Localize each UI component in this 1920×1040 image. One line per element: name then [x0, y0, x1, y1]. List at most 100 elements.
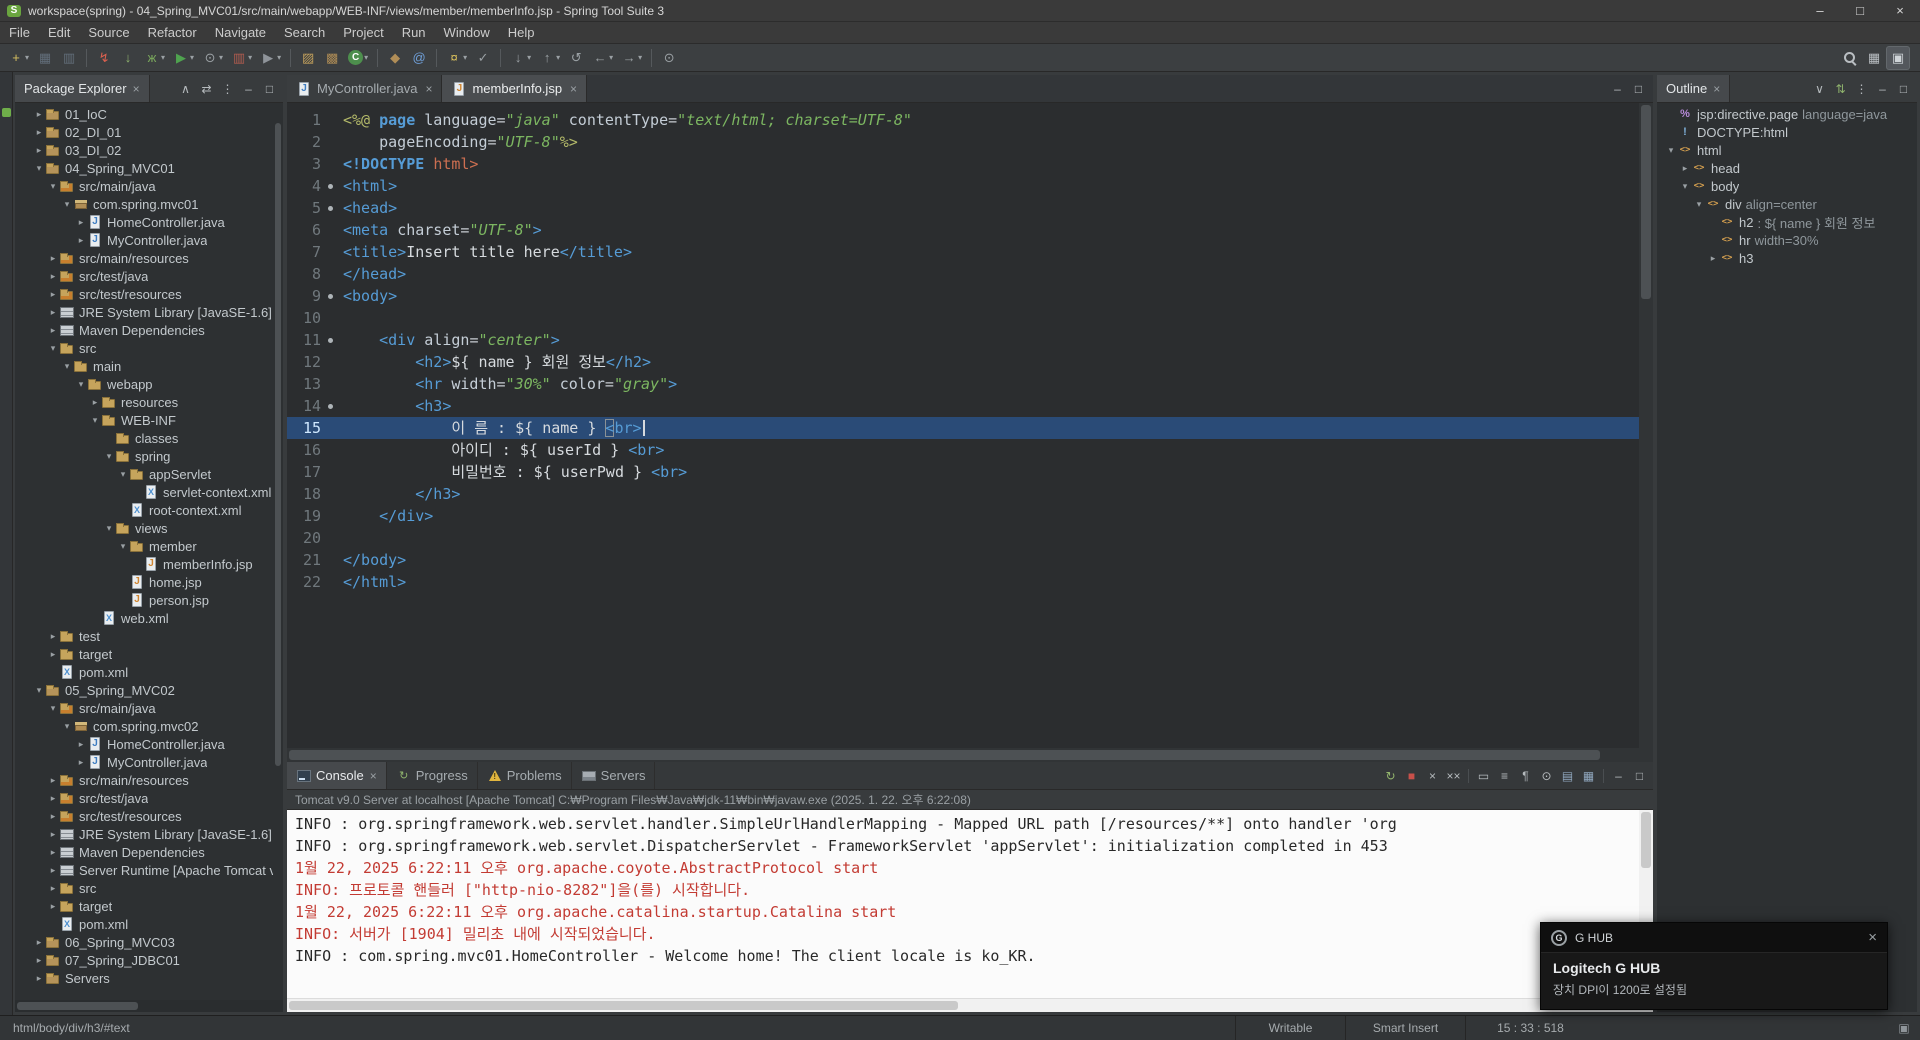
close-tab-icon[interactable] [425, 82, 432, 96]
notification-center-icon[interactable] [1895, 1020, 1913, 1036]
project-tree-item[interactable]: root-context.xml [15, 501, 273, 519]
chevron-collapsed-icon[interactable]: ▸ [47, 289, 59, 300]
minimize-view-icon[interactable]: – [1873, 78, 1892, 100]
editor-tab-0[interactable]: MyController.java [287, 75, 443, 102]
code-editor[interactable]: 1 <%@ page language="java" contentType="t… [287, 103, 1653, 748]
close-tab-icon[interactable] [570, 82, 577, 96]
search-button[interactable]: ¤ ▾ [443, 47, 470, 69]
scrollbar-thumb[interactable] [289, 750, 1601, 760]
outline-item[interactable]: jsp:directive.pagelanguage=java [1657, 105, 1907, 123]
chevron-collapsed-icon[interactable]: ▸ [47, 811, 59, 822]
next-annotation-button[interactable]: ↓ ▾ [507, 47, 534, 69]
coverage-button[interactable]: ▥ ▾ [228, 47, 255, 69]
view-menu-icon[interactable]: ⋮ [1852, 78, 1871, 100]
chevron-collapsed-icon[interactable]: ▸ [47, 829, 59, 840]
outline-item[interactable]: DOCTYPE:html [1657, 123, 1907, 141]
export-jar-button[interactable]: ◆ [384, 47, 406, 69]
chevron-collapsed-icon[interactable]: ▸ [33, 937, 45, 948]
javadoc-button[interactable]: @ [408, 47, 430, 69]
close-view-icon[interactable] [1713, 82, 1720, 96]
package-explorer-tab[interactable]: Package Explorer [15, 75, 150, 102]
outline-item[interactable]: ▾ divalign=center [1657, 195, 1907, 213]
display-selected-console-icon[interactable]: ▤ [1558, 765, 1577, 787]
project-tree-item[interactable]: ▸ src/test/java [15, 789, 273, 807]
chevron-collapsed-icon[interactable]: ▸ [1707, 253, 1719, 264]
chevron-collapsed-icon[interactable]: ▸ [75, 757, 87, 768]
menu-navigate[interactable]: Navigate [206, 22, 275, 43]
project-tree-item[interactable]: ▸ target [15, 897, 273, 915]
project-tree-item[interactable]: ▸ 07_Spring_JDBC01 [15, 951, 273, 969]
debug-button[interactable]: ж ▾ [141, 47, 168, 69]
project-tree-item[interactable]: ▸ target [15, 645, 273, 663]
code-line[interactable]: 14 <h3> [287, 395, 1639, 417]
outline-item[interactable]: ▾ body [1657, 177, 1907, 195]
chevron-collapsed-icon[interactable]: ▸ [33, 127, 45, 138]
pin-editor-button[interactable]: ⊙ [658, 47, 680, 69]
package-explorer-horizontal-scrollbar[interactable] [15, 1000, 283, 1012]
clear-console-icon[interactable]: ▭ [1474, 765, 1493, 787]
project-tree-item[interactable]: ▾ com.spring.mvc01 [15, 195, 273, 213]
restore-view-icon[interactable] [1, 108, 11, 117]
project-tree-item[interactable]: ▾ member [15, 537, 273, 555]
outline-item[interactable]: ▸ h3 [1657, 249, 1907, 267]
update-maven-project-button[interactable]: ↓ [117, 47, 139, 69]
chevron-expanded-icon[interactable]: ▾ [1665, 145, 1677, 156]
new-class-button[interactable]: C ▾ [345, 47, 371, 69]
code-line[interactable]: 3 <!DOCTYPE html> [287, 153, 1639, 175]
menu-project[interactable]: Project [334, 22, 392, 43]
project-tree-item[interactable]: ▸ test [15, 627, 273, 645]
terminate-icon[interactable]: ■ [1402, 765, 1421, 787]
back-button[interactable]: ← ▾ [589, 47, 616, 69]
project-tree-item[interactable]: person.jsp [15, 591, 273, 609]
project-tree-item[interactable]: ▾ WEB-INF [15, 411, 273, 429]
code-line[interactable]: 11 <div align="center"> [287, 329, 1639, 351]
chevron-collapsed-icon[interactable]: ▸ [47, 901, 59, 912]
project-tree-item[interactable]: ▾ src [15, 339, 273, 357]
console-horizontal-scrollbar[interactable] [287, 998, 1653, 1012]
project-tree-item[interactable]: ▸ src/test/resources [15, 807, 273, 825]
project-tree-item[interactable]: ▸ 03_DI_02 [15, 141, 273, 159]
forward-button[interactable]: → ▾ [618, 47, 645, 69]
project-tree-item[interactable]: ▸ src/test/java [15, 267, 273, 285]
project-tree-item[interactable]: ▸ JRE System Library [JavaSE-1.6] [15, 825, 273, 843]
boot-dashboard-button[interactable]: ↯ [93, 47, 115, 69]
chevron-collapsed-icon[interactable]: ▸ [47, 847, 59, 858]
code-line[interactable]: 8 </head> [287, 263, 1639, 285]
new-java-project-button[interactable]: ▨ [297, 47, 319, 69]
maximize-view-icon[interactable]: □ [260, 78, 279, 100]
chevron-collapsed-icon[interactable]: ▸ [33, 145, 45, 156]
project-tree-item[interactable]: ▾ 05_Spring_MVC02 [15, 681, 273, 699]
chevron-collapsed-icon[interactable]: ▸ [47, 631, 59, 642]
chevron-expanded-icon[interactable]: ▾ [47, 343, 59, 354]
scroll-lock-icon[interactable]: ≡ [1495, 765, 1514, 787]
project-tree-item[interactable]: ▾ webapp [15, 375, 273, 393]
code-line[interactable]: 1 <%@ page language="java" contentType="t… [287, 109, 1639, 131]
chevron-collapsed-icon[interactable]: ▸ [47, 325, 59, 336]
code-line[interactable]: 4 <html> [287, 175, 1639, 197]
scrollbar-thumb[interactable] [1641, 812, 1651, 869]
code-line[interactable]: 10 [287, 307, 1639, 329]
close-view-icon[interactable] [133, 82, 140, 96]
chevron-collapsed-icon[interactable]: ▸ [1679, 163, 1691, 174]
scrollbar-thumb[interactable] [289, 1001, 959, 1010]
chevron-expanded-icon[interactable]: ▾ [61, 361, 73, 372]
project-tree-item[interactable]: ▾ com.spring.mvc02 [15, 717, 273, 735]
project-tree-item[interactable]: ▾ views [15, 519, 273, 537]
project-tree-item[interactable]: ▸ 06_Spring_MVC03 [15, 933, 273, 951]
code-line[interactable]: 18 </h3> [287, 483, 1639, 505]
project-tree-item[interactable]: ▾ appServlet [15, 465, 273, 483]
minimize-editor-icon[interactable]: – [1608, 78, 1627, 100]
chevron-expanded-icon[interactable]: ▾ [61, 199, 73, 210]
open-perspective-button[interactable]: ▦ [1863, 47, 1885, 69]
chevron-collapsed-icon[interactable]: ▸ [33, 973, 45, 984]
project-tree-item[interactable]: ▾ 04_Spring_MVC01 [15, 159, 273, 177]
menu-window[interactable]: Window [435, 22, 499, 43]
quick-search-button[interactable] [1839, 47, 1861, 69]
project-tree-item[interactable]: ▸ MyController.java [15, 753, 273, 771]
chevron-collapsed-icon[interactable]: ▸ [47, 253, 59, 264]
chevron-collapsed-icon[interactable]: ▸ [47, 883, 59, 894]
chevron-collapsed-icon[interactable]: ▸ [33, 955, 45, 966]
chevron-expanded-icon[interactable]: ▾ [89, 415, 101, 426]
project-tree-item[interactable]: ▸ HomeController.java [15, 735, 273, 753]
chevron-expanded-icon[interactable]: ▾ [61, 721, 73, 732]
